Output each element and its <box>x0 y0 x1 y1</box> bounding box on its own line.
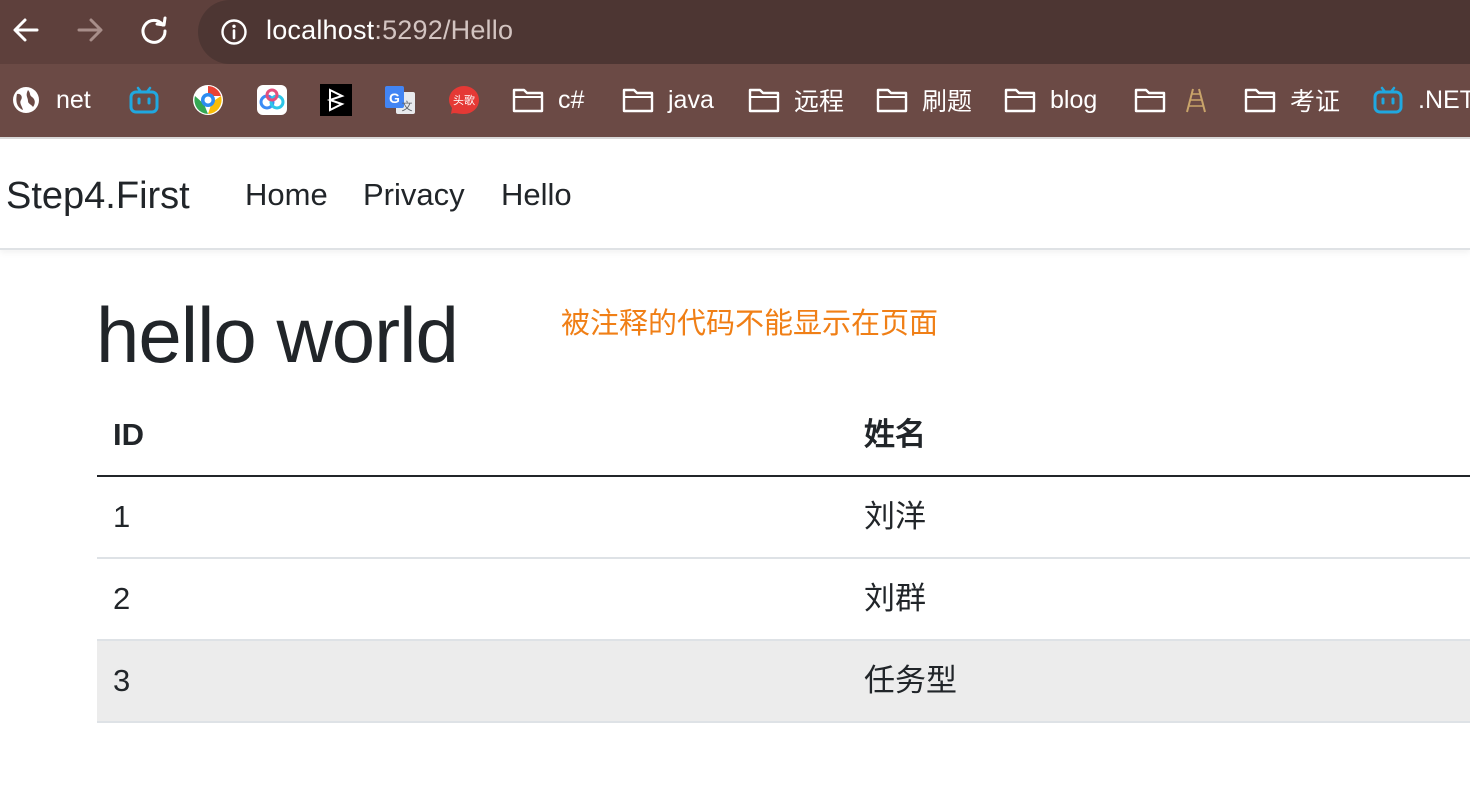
data-table: ID 姓名 1 刘洋 2 刘群 3 任务型 <box>97 395 1470 723</box>
column-header-id: ID <box>113 417 144 452</box>
baidu-netdisk-icon <box>256 84 288 116</box>
cell-name: 任务型 <box>864 663 957 698</box>
arrow-right-icon <box>77 18 103 42</box>
reload-icon <box>141 16 167 44</box>
bookmark-bilibili[interactable] <box>128 82 160 118</box>
svg-text:文: 文 <box>402 99 413 113</box>
address-url[interactable]: localhost:5292/Hello <box>266 15 513 46</box>
folder-icon <box>748 84 780 116</box>
google-translate-icon: G文 <box>384 84 416 116</box>
chrome-like-icon <box>192 84 224 116</box>
table-row: 1 刘洋 <box>97 477 1470 559</box>
black-square-app-icon <box>320 84 352 116</box>
cell-name: 刘洋 <box>864 499 926 534</box>
folder-icon <box>1004 84 1036 116</box>
bilibili-icon <box>128 84 160 116</box>
table-row: 3 任务型 <box>97 641 1470 723</box>
bookmark-toutiao[interactable]: 头歌 <box>448 82 480 118</box>
navbar-brand[interactable]: Step4.First <box>6 175 190 218</box>
annotation-note: 被注释的代码不能显示在页面 <box>561 308 939 340</box>
bookmark-folder-csharp[interactable]: c# <box>512 82 584 118</box>
site-navbar: Step4.First Home Privacy Hello <box>0 139 1470 250</box>
bookmark-google-translate[interactable]: G文 <box>384 82 416 118</box>
folder-icon <box>1134 84 1166 116</box>
reload-button[interactable] <box>138 14 170 46</box>
bookmark-folder-java[interactable]: java <box>622 82 714 118</box>
page-heading: hello world <box>96 291 459 379</box>
bookmark-net[interactable]: net <box>10 82 91 118</box>
browser-toolbar: localhost:5292/Hello <box>0 0 1470 64</box>
cell-id: 1 <box>113 499 131 534</box>
bookmarks-bar: net G文 头歌 c# java 远程 刷题 blog 考证 .NET <box>0 64 1470 137</box>
folder-icon <box>512 84 544 116</box>
bookmark-folder-blog[interactable]: blog <box>1004 82 1097 118</box>
bookmark-app-round[interactable] <box>192 82 224 118</box>
address-bar[interactable]: localhost:5292/Hello <box>198 0 1470 64</box>
toutiao-icon: 头歌 <box>448 84 480 116</box>
cell-id: 2 <box>113 581 131 616</box>
column-header-name: 姓名 <box>864 417 926 452</box>
cell-id: 3 <box>113 663 131 698</box>
table-row: 2 刘群 <box>97 559 1470 641</box>
folder-icon <box>1244 84 1276 116</box>
nav-link-home[interactable]: Home <box>245 177 328 213</box>
nav-link-privacy[interactable]: Privacy <box>363 177 465 213</box>
forward-button[interactable] <box>74 14 106 46</box>
table-header-row: ID 姓名 <box>97 395 1470 477</box>
ladder-icon <box>1180 84 1212 116</box>
bookmark-folder-unnamed[interactable] <box>1134 82 1212 118</box>
info-icon[interactable] <box>220 18 248 46</box>
folder-icon <box>876 84 908 116</box>
bookmark-baidu-netdisk[interactable] <box>256 82 288 118</box>
folder-icon <box>622 84 654 116</box>
globe-icon <box>10 84 42 116</box>
bilibili-icon <box>1372 84 1404 116</box>
bookmark-folder-remote[interactable]: 远程 <box>748 82 844 118</box>
nav-link-hello[interactable]: Hello <box>501 177 572 213</box>
bookmark-black-app[interactable] <box>320 82 352 118</box>
svg-text:头歌: 头歌 <box>453 93 475 107</box>
bookmark-dotnet[interactable]: .NET <box>1372 82 1470 118</box>
bookmark-folder-certificate[interactable]: 考证 <box>1244 82 1340 118</box>
browser-chrome: localhost:5292/Hello net G文 头歌 c# java 远… <box>0 0 1470 137</box>
cell-name: 刘群 <box>864 581 926 616</box>
svg-text:G: G <box>389 90 400 106</box>
bookmark-folder-practice[interactable]: 刷题 <box>876 82 972 118</box>
back-button[interactable] <box>10 14 42 46</box>
arrow-left-icon <box>13 18 39 42</box>
